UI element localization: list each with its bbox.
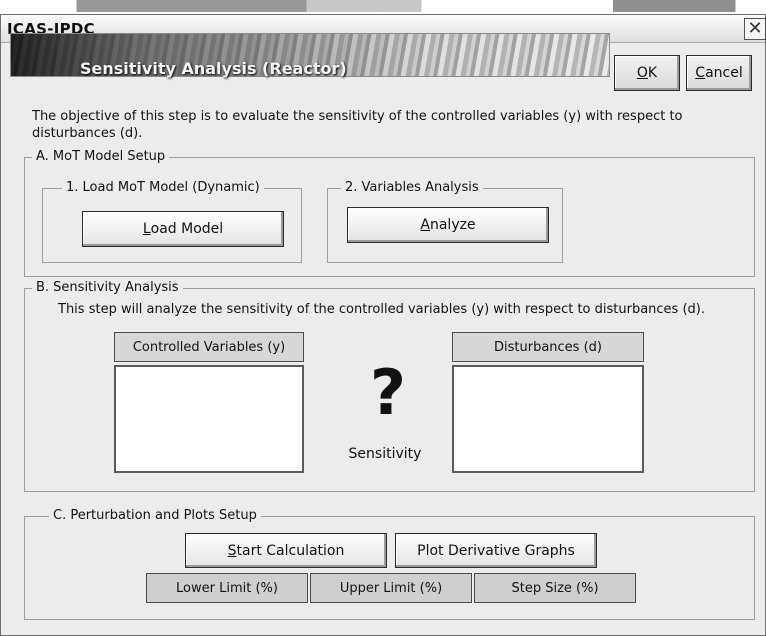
objective-text: The objective of this step is to evaluat… bbox=[32, 109, 683, 141]
load-rest: oad Model bbox=[150, 221, 224, 237]
controlled-variables-header: Controlled Variables (y) bbox=[114, 332, 304, 362]
ok-button[interactable]: OK bbox=[614, 55, 680, 91]
subsection-load-title: 1. Load MoT Model (Dynamic) bbox=[62, 180, 264, 195]
load-model-button[interactable]: Load Model bbox=[82, 211, 284, 247]
step-size-header: Step Size (%) bbox=[474, 573, 636, 603]
section-c-title: C. Perturbation and Plots Setup bbox=[49, 508, 261, 523]
background-window-strip bbox=[0, 0, 766, 12]
cancel-accel: C bbox=[695, 65, 706, 81]
section-c-group bbox=[24, 516, 755, 620]
controlled-variables-list[interactable] bbox=[114, 365, 304, 473]
analyze-accel: A bbox=[420, 217, 430, 233]
start-calculation-button[interactable]: Start Calculation bbox=[185, 533, 387, 568]
section-b-description: This step will analyze the sensitivity o… bbox=[58, 302, 705, 317]
cancel-rest: ancel bbox=[705, 65, 743, 81]
sensitivity-label: Sensitivity bbox=[348, 446, 422, 462]
cancel-button[interactable]: Cancel bbox=[686, 55, 752, 91]
close-icon[interactable]: ✕ bbox=[744, 18, 766, 40]
section-a-title: A. MoT Model Setup bbox=[32, 149, 170, 164]
section-b-title: B. Sensitivity Analysis bbox=[32, 280, 183, 295]
analyze-rest: nalyze bbox=[429, 217, 476, 233]
disturbances-list[interactable] bbox=[452, 365, 644, 473]
start-accel: S bbox=[227, 542, 237, 559]
close-glyph: ✕ bbox=[747, 18, 763, 39]
start-rest: tart Calculation bbox=[236, 542, 345, 559]
subsection-analysis-title: 2. Variables Analysis bbox=[341, 180, 483, 195]
load-accel: L bbox=[142, 221, 151, 237]
analyze-button[interactable]: Analyze bbox=[347, 207, 549, 243]
upper-limit-header: Upper Limit (%) bbox=[310, 573, 472, 603]
ok-accel: O bbox=[636, 65, 648, 81]
disturbances-header: Disturbances (d) bbox=[452, 332, 644, 362]
plot-derivative-graphs-button[interactable]: Plot Derivative Graphs bbox=[395, 533, 597, 568]
ok-rest: K bbox=[647, 65, 658, 81]
lower-limit-header: Lower Limit (%) bbox=[146, 573, 308, 603]
sensitivity-question-icon: ? bbox=[370, 356, 406, 429]
banner-title: Sensitivity Analysis (Reactor) bbox=[80, 59, 347, 78]
